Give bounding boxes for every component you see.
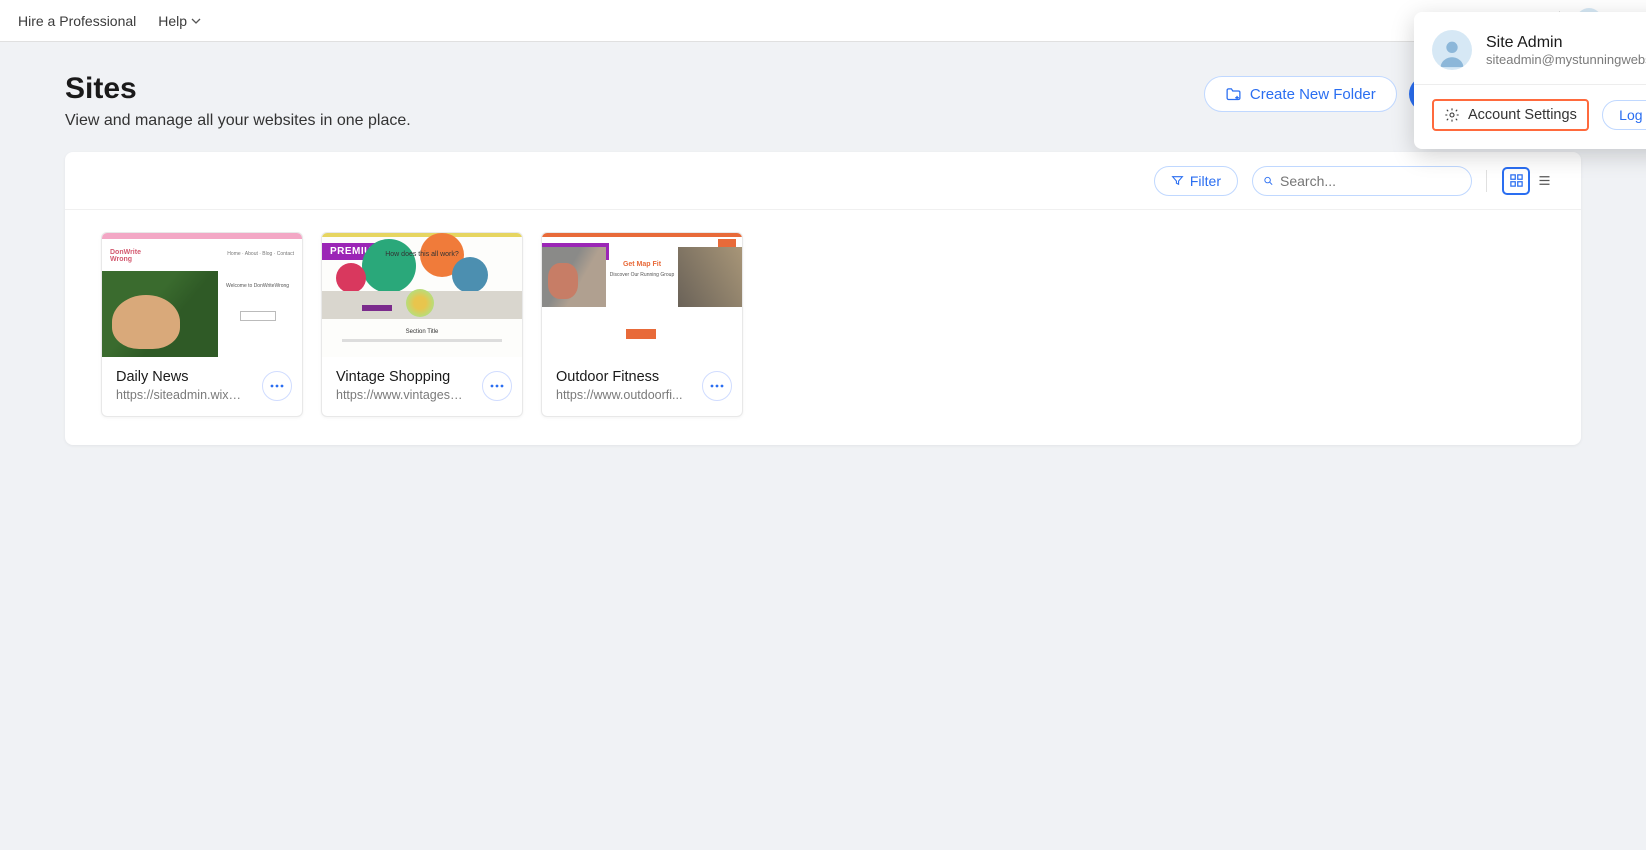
header-text: Sites View and manage all your websites … bbox=[65, 72, 411, 130]
site-url: https://siteadmin.wixsi... bbox=[116, 388, 246, 402]
search-field[interactable] bbox=[1252, 166, 1472, 196]
page-title: Sites bbox=[65, 72, 411, 106]
site-url: https://www.outdoorfi... bbox=[556, 388, 686, 402]
site-thumbnail: PREMIUM How does this all work? Section … bbox=[322, 233, 522, 357]
create-folder-button[interactable]: Create New Folder bbox=[1204, 76, 1397, 112]
site-actions-button[interactable] bbox=[262, 371, 292, 401]
profile-actions: Account Settings Log Out bbox=[1432, 99, 1646, 131]
filter-button[interactable]: Filter bbox=[1154, 166, 1238, 196]
profile-info: Site Admin siteadmin@mystunningwebsit... bbox=[1486, 34, 1646, 67]
divider bbox=[1486, 170, 1487, 192]
divider bbox=[1414, 84, 1646, 85]
site-actions-button[interactable] bbox=[482, 371, 512, 401]
header-row: Sites View and manage all your websites … bbox=[65, 72, 1581, 130]
site-actions-button[interactable] bbox=[702, 371, 732, 401]
list-icon bbox=[1537, 173, 1552, 188]
site-cards: DonWrite Wrong Home · About · Blog · Con… bbox=[65, 210, 1581, 445]
site-thumbnail: DonWrite Wrong Home · About · Blog · Con… bbox=[102, 233, 302, 357]
topbar-left: Hire a Professional Help bbox=[18, 13, 201, 29]
profile-email: siteadmin@mystunningwebsit... bbox=[1486, 52, 1646, 67]
account-settings-button[interactable]: Account Settings bbox=[1432, 99, 1589, 131]
logout-button[interactable]: Log Out bbox=[1602, 100, 1646, 130]
sites-panel: Filter DonWrite Wrong bbox=[65, 152, 1581, 445]
help-menu[interactable]: Help bbox=[158, 13, 201, 29]
topbar: Hire a Professional Help bbox=[0, 0, 1646, 42]
site-card-body: Vintage Shopping https://www.vintagesh..… bbox=[322, 357, 522, 416]
chevron-down-icon bbox=[191, 16, 201, 26]
hire-professional-link[interactable]: Hire a Professional bbox=[18, 13, 136, 29]
dots-icon bbox=[490, 384, 504, 388]
site-thumbnail: PREMIUM Get Map FitDiscover Our Running … bbox=[542, 233, 742, 357]
site-url: https://www.vintagesh... bbox=[336, 388, 466, 402]
page-content: Sites View and manage all your websites … bbox=[0, 42, 1646, 475]
profile-name: Site Admin bbox=[1486, 34, 1646, 52]
site-card-body: Daily News https://siteadmin.wixsi... bbox=[102, 357, 302, 416]
page-subtitle: View and manage all your websites in one… bbox=[65, 112, 411, 130]
account-settings-label: Account Settings bbox=[1468, 107, 1577, 123]
help-label: Help bbox=[158, 13, 187, 29]
create-folder-label: Create New Folder bbox=[1250, 86, 1376, 103]
grid-icon bbox=[1509, 173, 1524, 188]
filter-icon bbox=[1171, 174, 1184, 187]
dots-icon bbox=[270, 384, 284, 388]
dots-icon bbox=[710, 384, 724, 388]
site-card-body: Outdoor Fitness https://www.outdoorfi... bbox=[542, 357, 742, 416]
folder-plus-icon bbox=[1225, 86, 1242, 103]
grid-view-button[interactable] bbox=[1502, 167, 1530, 195]
view-toggle bbox=[1501, 166, 1559, 196]
site-card[interactable]: PREMIUM Get Map FitDiscover Our Running … bbox=[541, 232, 743, 417]
list-view-button[interactable] bbox=[1530, 167, 1558, 195]
logout-label: Log Out bbox=[1619, 107, 1646, 123]
site-card[interactable]: PREMIUM How does this all work? Section … bbox=[321, 232, 523, 417]
panel-toolbar: Filter bbox=[65, 152, 1581, 210]
avatar-icon bbox=[1432, 30, 1472, 70]
profile-header: Site Admin siteadmin@mystunningwebsit... bbox=[1432, 30, 1646, 70]
profile-dropdown: Site Admin siteadmin@mystunningwebsit...… bbox=[1414, 12, 1646, 149]
search-input[interactable] bbox=[1280, 173, 1461, 189]
search-icon bbox=[1263, 174, 1274, 188]
site-card[interactable]: DonWrite Wrong Home · About · Blog · Con… bbox=[101, 232, 303, 417]
filter-label: Filter bbox=[1190, 173, 1221, 189]
gear-icon bbox=[1444, 107, 1460, 123]
